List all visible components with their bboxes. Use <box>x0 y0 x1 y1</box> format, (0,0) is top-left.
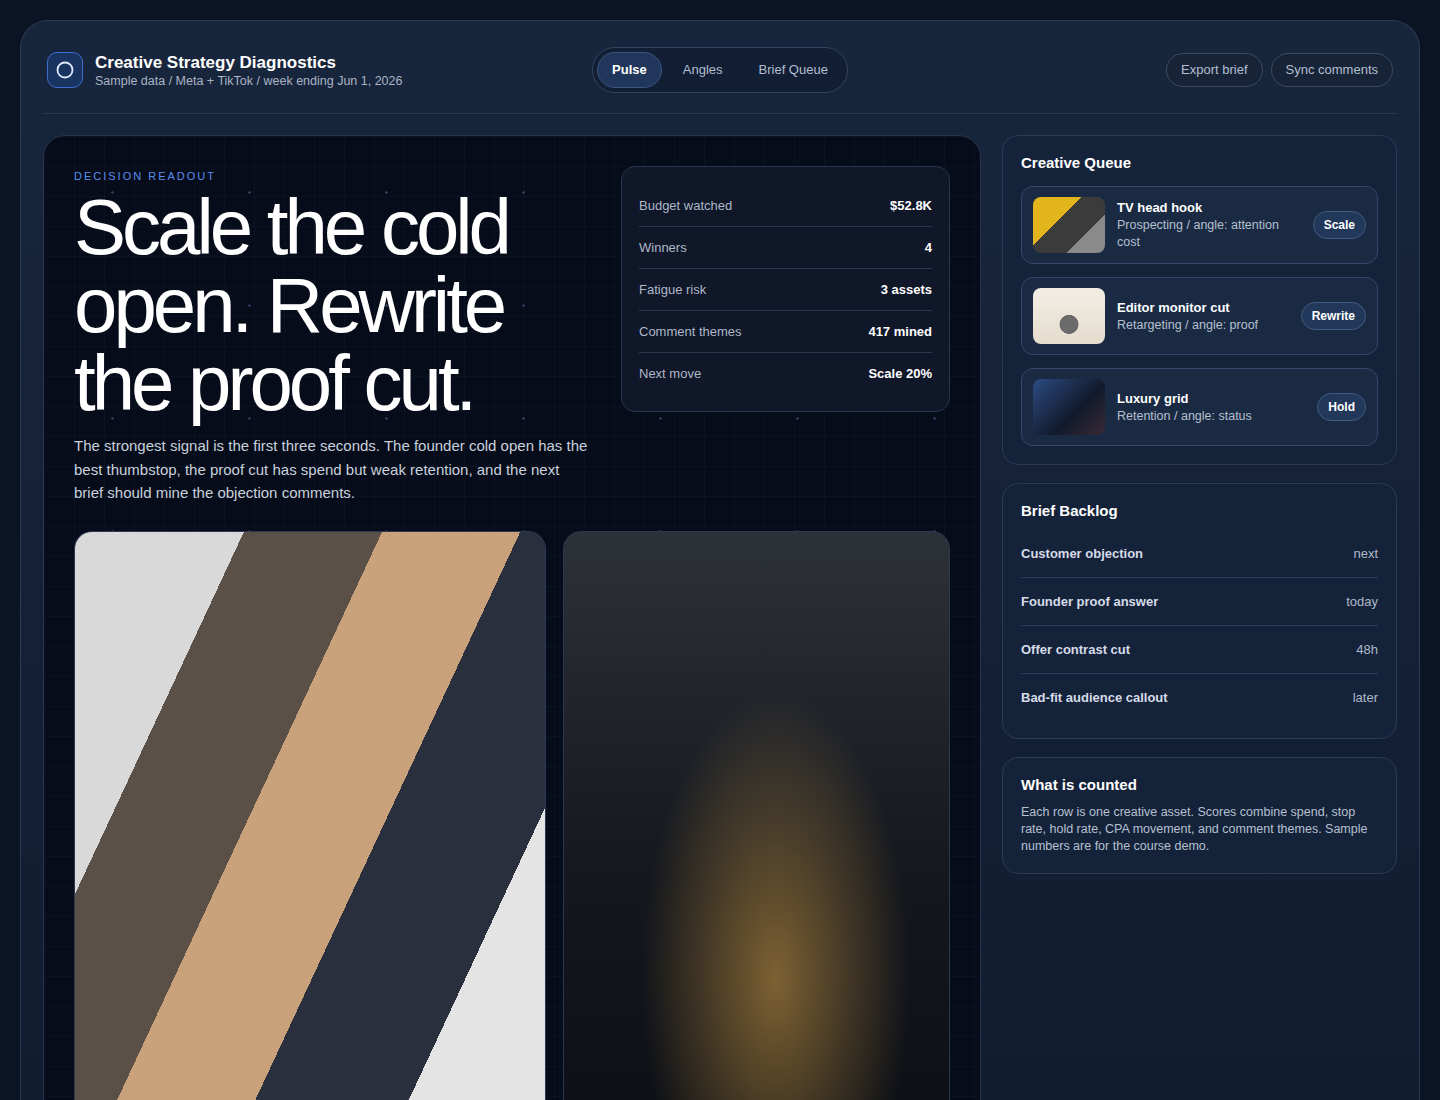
stat-value: 4 <box>925 238 932 257</box>
header-divider <box>43 113 1397 114</box>
stat-value: $52.8K <box>890 196 932 215</box>
view-tabs: PulseAnglesBrief Queue <box>592 47 848 93</box>
stat-label: Fatigue risk <box>639 280 706 299</box>
stat-value: 3 assets <box>881 280 932 299</box>
queue-item[interactable]: TV head hookProspecting / angle: attenti… <box>1021 186 1378 264</box>
queue-item[interactable]: Editor monitor cutRetargeting / angle: p… <box>1021 277 1378 355</box>
brand: Creative Strategy DiagnosticsSample data… <box>47 52 592 89</box>
stat-row: Budget watched $52.8K <box>639 185 932 227</box>
top-bar: Creative Strategy DiagnosticsSample data… <box>43 47 1397 93</box>
stat-value: 417 mined <box>868 322 932 341</box>
view-tab[interactable]: Brief Queue <box>744 52 843 88</box>
creative-previews <box>74 531 950 1100</box>
stat-row: Next move Scale 20% <box>639 353 932 394</box>
stat-label: Next move <box>639 364 701 383</box>
queue-item-meta: Retargeting / angle: proof <box>1117 317 1289 334</box>
note-text: Each row is one creative asset. Scores c… <box>1021 804 1378 855</box>
backlog-row[interactable]: Bad-fit audience callout later <box>1021 674 1378 720</box>
creative-preview[interactable] <box>563 531 950 1100</box>
view-tab[interactable]: Angles <box>668 52 738 88</box>
stat-row: Comment themes 417 mined <box>639 311 932 353</box>
stat-value: Scale 20% <box>868 364 932 383</box>
backlog-due: next <box>1353 544 1378 563</box>
readout-text: DECISION READOUT Scale the cold open. Rew… <box>74 166 594 505</box>
backlog-label: Offer contrast cut <box>1021 640 1130 659</box>
creative-thumbnail <box>1033 197 1105 253</box>
backlog-row[interactable]: Founder proof answer today <box>1021 578 1378 626</box>
queue-item-text: TV head hookProspecting / angle: attenti… <box>1117 199 1301 251</box>
readout-row: DECISION READOUT Scale the cold open. Rew… <box>74 166 950 505</box>
counted-note: What is counted Each row is one creative … <box>1002 757 1397 874</box>
queue-action-button[interactable]: Hold <box>1317 393 1366 421</box>
action-button[interactable]: Sync comments <box>1271 53 1393 87</box>
backlog-due: 48h <box>1356 640 1378 659</box>
creative-thumbnail <box>1033 379 1105 435</box>
queue-item-title: TV head hook <box>1117 199 1301 217</box>
backlog-label: Customer objection <box>1021 544 1143 563</box>
backlog-row[interactable]: Offer contrast cut 48h <box>1021 626 1378 674</box>
stat-label: Winners <box>639 238 687 257</box>
queue-action-button[interactable]: Rewrite <box>1301 302 1366 330</box>
queue-item-meta: Prospecting / angle: attention cost <box>1117 217 1301 251</box>
stat-label: Comment themes <box>639 322 742 341</box>
queue-action-button[interactable]: Scale <box>1313 211 1366 239</box>
queue-item-text: Luxury gridRetention / angle: status <box>1117 390 1305 425</box>
queue-item-meta: Retention / angle: status <box>1117 408 1305 425</box>
brief-backlog: Brief Backlog Customer objection next Found… <box>1002 483 1397 739</box>
creative-queue: Creative Queue TV head hookProspecting / … <box>1002 135 1397 465</box>
summary: The strongest signal is the first three … <box>74 434 589 505</box>
panel-title: Creative Queue <box>1021 153 1378 173</box>
creative-preview[interactable] <box>74 531 546 1100</box>
view-tab[interactable]: Pulse <box>597 52 662 88</box>
decision-panel: DECISION READOUT Scale the cold open. Rew… <box>43 135 981 1100</box>
queue-item-title: Editor monitor cut <box>1117 299 1289 317</box>
panel-title: What is counted <box>1021 775 1378 795</box>
queue-item-text: Editor monitor cutRetargeting / angle: p… <box>1117 299 1289 334</box>
app-title: Creative Strategy Diagnostics <box>95 52 402 73</box>
main-area: DECISION READOUT Scale the cold open. Rew… <box>43 135 1397 1100</box>
stat-label: Budget watched <box>639 196 732 215</box>
eyebrow: DECISION READOUT <box>74 168 594 184</box>
headline: Scale the cold open. Rewrite the proof c… <box>74 188 594 422</box>
creative-thumbnail <box>1033 288 1105 344</box>
backlog-label: Bad-fit audience callout <box>1021 688 1168 707</box>
app-subtitle: Sample data / Meta + TikTok / week endin… <box>95 73 402 89</box>
stat-row: Winners 4 <box>639 227 932 269</box>
backlog-due: today <box>1346 592 1378 611</box>
logo-icon <box>47 52 83 88</box>
backlog-row[interactable]: Customer objection next <box>1021 530 1378 578</box>
header-actions: Export brief Sync comments <box>848 53 1393 87</box>
app-window: Creative Strategy DiagnosticsSample data… <box>20 20 1420 1100</box>
queue-item[interactable]: Luxury gridRetention / angle: status Hold <box>1021 368 1378 446</box>
stats-card: Budget watched $52.8K Winners 4 Fatigue risk… <box>621 166 950 412</box>
queue-item-title: Luxury grid <box>1117 390 1305 408</box>
backlog-due: later <box>1353 688 1378 707</box>
queue-list: TV head hookProspecting / angle: attenti… <box>1021 186 1378 446</box>
backlog-label: Founder proof answer <box>1021 592 1158 611</box>
side-column: Creative Queue TV head hookProspecting / … <box>1002 135 1397 874</box>
brand-text: Creative Strategy DiagnosticsSample data… <box>95 52 402 89</box>
action-button[interactable]: Export brief <box>1166 53 1262 87</box>
panel-title: Brief Backlog <box>1021 501 1378 521</box>
stat-row: Fatigue risk 3 assets <box>639 269 932 311</box>
